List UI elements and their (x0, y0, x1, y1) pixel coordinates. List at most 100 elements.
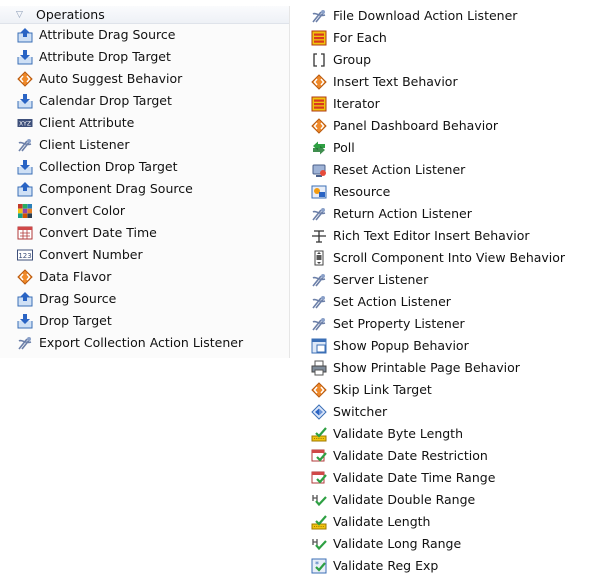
list-item-label: Validate Date Restriction (333, 448, 488, 463)
list-item-label: Rich Text Editor Insert Behavior (333, 228, 530, 243)
validate-length-icon (311, 426, 327, 442)
drag-source-icon (17, 291, 33, 307)
list-item[interactable]: For Each (305, 27, 606, 49)
list-item-label: Validate Reg Exp (333, 558, 439, 573)
validate-length-icon (311, 514, 327, 530)
list-item[interactable]: Validate Length (305, 511, 606, 533)
list-item[interactable]: Insert Text Behavior (305, 71, 606, 93)
validate-date-icon (311, 448, 327, 464)
list-item-label: Show Popup Behavior (333, 338, 469, 353)
color-grid-icon (17, 203, 33, 219)
iterator-icon (311, 96, 327, 112)
list-item-label: Set Action Listener (333, 294, 451, 309)
drop-target-icon (17, 93, 33, 109)
list-item[interactable]: Attribute Drag Source (0, 24, 289, 46)
list-item[interactable]: Convert Color (0, 200, 289, 222)
list-item-label: File Download Action Listener (333, 8, 518, 23)
list-item-label: Show Printable Page Behavior (333, 360, 520, 375)
drop-target-icon (17, 49, 33, 65)
operations-header[interactable]: ▽ Operations (0, 6, 289, 24)
list-item[interactable]: Validate Date Restriction (305, 445, 606, 467)
list-item-label: Client Listener (39, 137, 130, 152)
list-item[interactable]: Poll (305, 137, 606, 159)
validate-range-icon (311, 536, 327, 552)
list-item[interactable]: Resource (305, 181, 606, 203)
list-item-label: Auto Suggest Behavior (39, 71, 183, 86)
list-item-label: Validate Long Range (333, 536, 462, 551)
list-item[interactable]: Switcher (305, 401, 606, 423)
list-item[interactable]: Collection Drop Target (0, 156, 289, 178)
list-item[interactable]: Validate Double Range (305, 489, 606, 511)
list-item[interactable]: Validate Date Time Range (305, 467, 606, 489)
list-item[interactable]: Data Flavor (0, 266, 289, 288)
operations-header-label: Operations (36, 7, 105, 22)
list-item[interactable]: Iterator (305, 93, 606, 115)
switcher-icon (311, 404, 327, 420)
behavior-icon (17, 269, 33, 285)
list-item-label: Convert Date Time (39, 225, 157, 240)
list-item-label: Export Collection Action Listener (39, 335, 244, 350)
date-time-icon (17, 225, 33, 241)
list-item-label: Server Listener (333, 272, 429, 287)
list-item[interactable]: Scroll Component Into View Behavior (305, 247, 606, 269)
list-item[interactable]: Drag Source (0, 288, 289, 310)
behavior-icon (311, 74, 327, 90)
resource-icon (311, 184, 327, 200)
list-item-label: Return Action Listener (333, 206, 472, 221)
xyz-icon: XYZ (17, 115, 33, 131)
list-item-label: Scroll Component Into View Behavior (333, 250, 566, 265)
listener-icon (311, 8, 327, 24)
list-item[interactable]: Rich Text Editor Insert Behavior (305, 225, 606, 247)
list-item-label: Group (333, 52, 372, 67)
list-item[interactable]: Convert Date Time (0, 222, 289, 244)
listener-icon (311, 316, 327, 332)
printer-icon (311, 360, 327, 376)
behavior-icon (311, 118, 327, 134)
poll-icon (311, 140, 327, 156)
list-item-label: Skip Link Target (333, 382, 432, 397)
list-item[interactable]: Server Listener (305, 269, 606, 291)
list-item-label: Set Property Listener (333, 316, 465, 331)
list-item[interactable]: File Download Action Listener (305, 5, 606, 27)
list-item[interactable]: Export Collection Action Listener (0, 332, 289, 354)
list-item[interactable]: Return Action Listener (305, 203, 606, 225)
list-item[interactable]: 123 Convert Number (0, 244, 289, 266)
list-item[interactable]: Validate Long Range (305, 533, 606, 555)
list-item[interactable]: Show Popup Behavior (305, 335, 606, 357)
listener-icon (311, 206, 327, 222)
list-item-label: Drop Target (39, 313, 112, 328)
popup-icon (311, 338, 327, 354)
listener-icon (311, 272, 327, 288)
list-item-label: Reset Action Listener (333, 162, 466, 177)
list-item[interactable]: Component Drag Source (0, 178, 289, 200)
list-item-label: Validate Date Time Range (333, 470, 496, 485)
list-item[interactable]: Panel Dashboard Behavior (305, 115, 606, 137)
list-item[interactable]: Group (305, 49, 606, 71)
list-item[interactable]: Calendar Drop Target (0, 90, 289, 112)
list-item-label: Attribute Drop Target (39, 49, 171, 64)
list-item-label: Resource (333, 184, 391, 199)
list-item[interactable]: * Validate Reg Exp (305, 555, 606, 577)
list-item[interactable]: XYZ Client Attribute (0, 112, 289, 134)
list-item[interactable]: Show Printable Page Behavior (305, 357, 606, 379)
svg-text:XYZ: XYZ (19, 121, 31, 128)
list-item[interactable]: Validate Byte Length (305, 423, 606, 445)
list-item[interactable]: Skip Link Target (305, 379, 606, 401)
list-item-label: Switcher (333, 404, 388, 419)
list-item[interactable]: Set Property Listener (305, 313, 606, 335)
list-item[interactable]: Reset Action Listener (305, 159, 606, 181)
list-item[interactable]: Set Action Listener (305, 291, 606, 313)
list-item[interactable]: Attribute Drop Target (0, 46, 289, 68)
list-item-label: Convert Color (39, 203, 126, 218)
list-item-label: Poll (333, 140, 355, 155)
listener-icon (17, 335, 33, 351)
list-item-label: Insert Text Behavior (333, 74, 458, 89)
list-item[interactable]: Auto Suggest Behavior (0, 68, 289, 90)
validate-range-icon (311, 492, 327, 508)
list-item-label: For Each (333, 30, 387, 45)
list-item[interactable]: Client Listener (0, 134, 289, 156)
list-item[interactable]: Drop Target (0, 310, 289, 332)
behavior-icon (17, 71, 33, 87)
expand-triangle-icon[interactable]: ▽ (16, 10, 36, 20)
component-list-left: Attribute Drag Source Attribute Drop Targ… (0, 24, 289, 354)
